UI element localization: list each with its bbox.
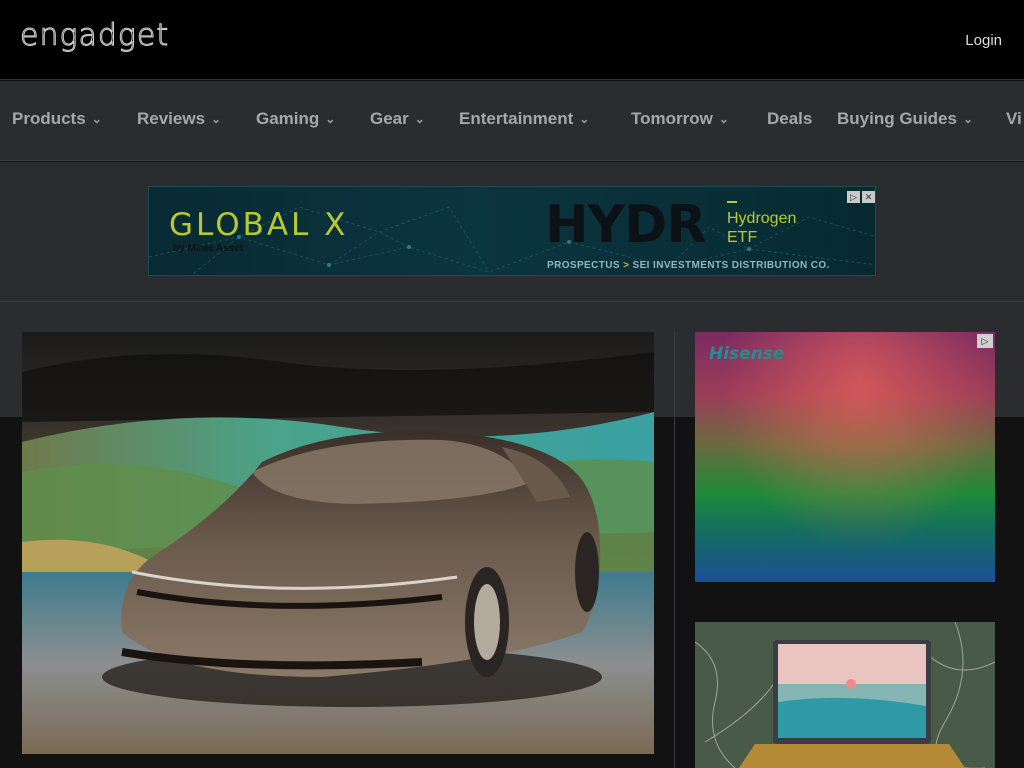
nav-item-tomorrow[interactable]: Tomorrow ⌄ — [631, 109, 729, 129]
hydr-accent-dash — [727, 201, 737, 203]
hisense-logo: Hisense — [709, 344, 785, 364]
nav-item-gear[interactable]: Gear ⌄ — [370, 109, 425, 129]
nav-item-entertainment[interactable]: Entertainment ⌄ — [459, 109, 589, 129]
global-x-logo: GLOBAL X — [169, 207, 349, 243]
global-x-byline: by Mirae Asset — [173, 243, 244, 254]
nav-item-label: Gear — [370, 109, 409, 128]
nav-item-label: Buying Guides — [837, 109, 957, 128]
distributor-text: SEI INVESTMENTS DISTRIBUTION CO. — [632, 260, 830, 271]
hero-car-illustration — [22, 332, 654, 754]
hydr-ticker: HYDR — [545, 195, 706, 255]
prospectus-line: PROSPECTUS > SEI INVESTMENTS DISTRIBUTIO… — [547, 260, 830, 271]
fund-line-1: Hydrogen — [727, 210, 797, 227]
chevron-down-icon: ⌄ — [579, 112, 590, 126]
chevron-down-icon: ⌄ — [962, 112, 974, 126]
nav-item-label: Tomorrow — [631, 109, 713, 128]
ad-glow — [695, 332, 995, 582]
nav-item-deals[interactable]: Deals — [767, 109, 812, 129]
nav-item-label: Deals — [767, 109, 813, 128]
hydr-fund-name: Hydrogen ETF — [727, 209, 796, 247]
nav-item-gaming[interactable]: Gaming ⌄ — [256, 109, 335, 129]
nav-item-products[interactable]: Products ⌄ — [12, 109, 102, 129]
fund-line-2: ETF — [727, 229, 758, 246]
login-link[interactable]: Login — [965, 32, 1002, 49]
engadget-logo[interactable]: engadget — [19, 18, 169, 54]
global-x-ad-banner[interactable]: GLOBAL X by Mirae Asset HYDR Hydrogen ETF… — [148, 186, 876, 276]
chevron-down-icon: ⌄ — [325, 112, 336, 126]
close-icon[interactable]: ✕ — [862, 191, 875, 203]
top-ad-area: GLOBAL X by Mirae Asset HYDR Hydrogen ETF… — [0, 162, 1024, 302]
chevron-down-icon: ⌄ — [718, 112, 729, 126]
nav-item-label: Vi — [1006, 109, 1022, 128]
nav-item-label: Gaming — [256, 109, 320, 128]
nav-item-label: Entertainment — [459, 109, 574, 128]
nav-item-label: Products — [12, 109, 86, 128]
hisense-side-ad[interactable]: Hisense ▷ — [695, 332, 995, 582]
ad-controls: ▷ ✕ — [845, 187, 875, 203]
main-navigation: Products ⌄ Reviews ⌄ Gaming ⌄ Gear ⌄ Enterta… — [0, 81, 1024, 161]
nav-item-buying-guides[interactable]: Buying Guides ⌄ — [837, 109, 973, 129]
prospectus-arrow-icon: > — [623, 260, 630, 271]
chevron-down-icon: ⌄ — [414, 112, 425, 126]
laptop-illustration — [695, 622, 995, 768]
nav-item-video[interactable]: Vi — [1006, 109, 1022, 129]
chevron-down-icon: ⌄ — [211, 112, 222, 126]
adchoices-icon[interactable]: ▷ — [977, 334, 993, 348]
laptop-article-thumbnail[interactable] — [695, 622, 995, 768]
nav-item-label: Reviews — [137, 109, 206, 128]
hero-image-lucid-air[interactable] — [22, 332, 654, 754]
nav-item-reviews[interactable]: Reviews ⌄ — [137, 109, 221, 129]
adchoices-icon[interactable]: ▷ — [847, 191, 860, 203]
column-divider — [674, 332, 675, 768]
prospectus-link[interactable]: PROSPECTUS — [547, 260, 620, 271]
site-header: engadget Login — [0, 0, 1024, 80]
chevron-down-icon: ⌄ — [91, 112, 102, 126]
